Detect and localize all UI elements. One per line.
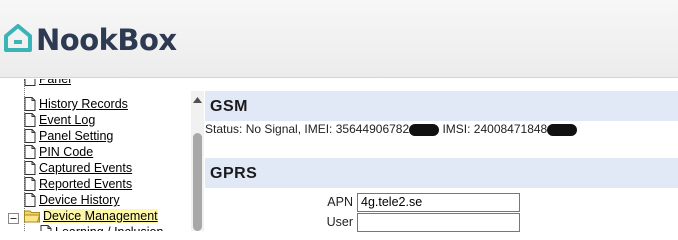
gsm-section-title: GSM	[205, 91, 678, 121]
document-icon	[24, 193, 36, 207]
gprs-section-title: GPRS	[205, 158, 678, 188]
brand-name: NookBox	[36, 23, 177, 57]
scroll-up-arrow-icon[interactable]	[191, 93, 204, 105]
sidebar-item-label[interactable]: PIN Code	[39, 145, 93, 159]
sidebar-item-label[interactable]: Panel	[39, 79, 71, 86]
main-content: GSM Status: No Signal, IMEI: 35644906782…	[205, 91, 678, 232]
document-icon	[24, 113, 36, 127]
sidebar-item[interactable]: PIN Code	[24, 144, 93, 160]
sidebar-item-label[interactable]: Panel Setting	[39, 129, 113, 143]
apn-row: APN	[205, 192, 520, 212]
app-header: NookBox	[0, 0, 678, 78]
document-icon	[24, 97, 36, 111]
gsm-status-imei: Status: No Signal, IMEI: 35644906782	[205, 122, 410, 136]
sidebar-item[interactable]: Panel	[24, 79, 71, 87]
sidebar-item-label[interactable]: Captured Events	[39, 161, 132, 175]
user-label: User	[326, 215, 353, 229]
redaction-mark	[409, 123, 440, 136]
user-row: User	[205, 212, 520, 232]
folder-open-icon	[24, 209, 41, 223]
scroll-thumb[interactable]	[193, 133, 202, 231]
document-icon	[24, 129, 36, 143]
house-logo-icon	[2, 22, 34, 59]
document-icon	[24, 161, 36, 175]
sidebar-item[interactable]: Captured Events	[24, 160, 132, 176]
document-icon	[24, 79, 36, 86]
apn-input[interactable]	[357, 192, 520, 212]
sidebar-item[interactable]: History Records	[24, 96, 128, 112]
navigation-tree: Panel History Records Event Log Panel Setti…	[0, 79, 205, 231]
sidebar-item[interactable]: Event Log	[24, 112, 95, 128]
sidebar-item[interactable]: Learning / Inclusion	[40, 224, 163, 231]
document-icon	[24, 145, 36, 159]
sidebar-item-label[interactable]: History Records	[39, 97, 128, 111]
collapse-toggle-icon[interactable]	[8, 211, 19, 224]
sidebar-item-label[interactable]: Learning / Inclusion	[55, 225, 163, 231]
sidebar-item-label[interactable]: Device History	[39, 193, 120, 207]
gsm-status-line: Status: No Signal, IMEI: 35644906782 IMS…	[205, 122, 578, 136]
document-icon	[40, 225, 52, 231]
sidebar-item[interactable]: Reported Events	[24, 176, 132, 192]
user-input[interactable]	[357, 212, 520, 232]
sidebar-item[interactable]: Device Management	[24, 208, 158, 224]
redaction-mark	[547, 123, 578, 136]
apn-label: APN	[327, 195, 353, 209]
sidebar-item[interactable]: Panel Setting	[24, 128, 113, 144]
document-icon	[24, 177, 36, 191]
sidebar-item-label[interactable]: Device Management	[43, 209, 158, 223]
sidebar-item[interactable]: Device History	[24, 192, 120, 208]
sidebar-item-label[interactable]: Event Log	[39, 113, 95, 127]
sidebar-scrollbar[interactable]	[191, 91, 204, 231]
sidebar-item-label[interactable]: Reported Events	[39, 177, 132, 191]
brand-logo[interactable]: NookBox	[2, 20, 177, 60]
gsm-status-imsi: IMSI: 24008471848	[439, 122, 548, 136]
